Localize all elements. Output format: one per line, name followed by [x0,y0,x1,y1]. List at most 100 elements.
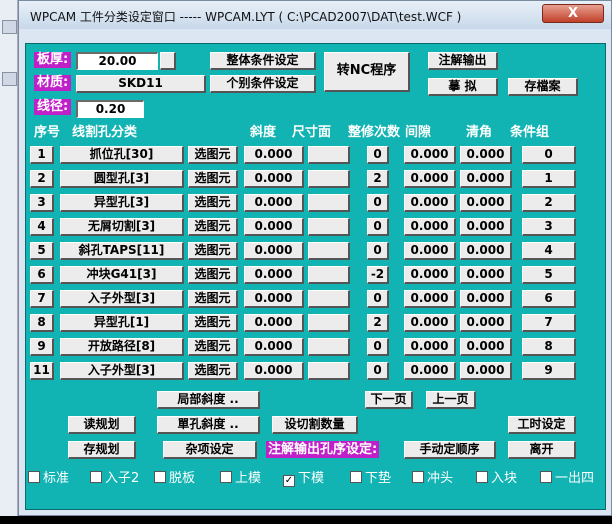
dimension-field[interactable] [308,170,350,188]
gap-field[interactable]: 0.000 [404,194,456,212]
row-number-button[interactable]: 3 [30,194,54,212]
row-number-button[interactable]: 5 [30,242,54,260]
condition-group-field[interactable]: 3 [522,218,576,236]
dimension-field[interactable] [308,362,350,380]
category-name-button[interactable]: 异型孔[3] [60,194,184,212]
annotate-output-button[interactable]: 注解输出 [428,52,498,70]
trim-count-field[interactable]: -2 [367,266,389,284]
individual-condition-button[interactable]: 个别条件设定 [210,75,316,93]
trim-count-field[interactable]: 0 [367,194,389,212]
select-entity-button[interactable]: 选图元 [188,290,238,308]
dimension-field[interactable] [308,338,350,356]
category-name-button[interactable]: 异型孔[1] [60,314,184,332]
checkbox-item[interactable]: 标准 [28,467,69,486]
exit-button[interactable]: 离开 [508,441,576,459]
category-name-button[interactable]: 圆型孔[3] [60,170,184,188]
checkbox-unchecked-icon[interactable] [220,471,232,483]
corner-field[interactable]: 0.000 [460,242,512,260]
gap-field[interactable]: 0.000 [404,314,456,332]
gap-field[interactable]: 0.000 [404,362,456,380]
row-number-button[interactable]: 7 [30,290,54,308]
checkbox-item[interactable]: 入块 [476,467,517,486]
row-number-button[interactable]: 8 [30,314,54,332]
material-field[interactable]: SKD11 [76,75,206,93]
checkbox-unchecked-icon[interactable] [90,471,102,483]
corner-field[interactable]: 0.000 [460,194,512,212]
corner-field[interactable]: 0.000 [460,362,512,380]
category-name-button[interactable]: 无屑切割[3] [60,218,184,236]
checkbox-unchecked-icon[interactable] [28,471,40,483]
checkbox-item[interactable]: 冲头 [412,467,453,486]
taper-field[interactable]: 0.000 [244,146,304,164]
category-name-button[interactable]: 开放路径[8] [60,338,184,356]
checkbox-item[interactable]: 一出四 [540,467,594,486]
local-taper-button[interactable]: 局部斜度 .. [157,391,260,409]
row-number-button[interactable]: 1 [30,146,54,164]
gap-field[interactable]: 0.000 [404,290,456,308]
select-entity-button[interactable]: 选图元 [188,314,238,332]
trim-count-field[interactable]: 0 [367,338,389,356]
row-number-button[interactable]: 6 [30,266,54,284]
checkbox-item[interactable]: 脱板 [154,467,195,486]
category-name-button[interactable]: 冲块G41[3] [60,266,184,284]
condition-group-field[interactable]: 9 [522,362,576,380]
taper-field[interactable]: 0.000 [244,290,304,308]
save-plan-button[interactable]: 存规划 [68,441,136,459]
checkbox-checked-icon[interactable]: ✓ [283,475,295,487]
category-name-button[interactable]: 抓位孔[30] [60,146,184,164]
dimension-field[interactable] [308,242,350,260]
condition-group-field[interactable]: 0 [522,146,576,164]
condition-group-field[interactable]: 2 [522,194,576,212]
trim-count-field[interactable]: 0 [367,242,389,260]
single-taper-button[interactable]: 單孔斜度 .. [157,416,260,434]
gap-field[interactable]: 0.000 [404,218,456,236]
set-cut-count-button[interactable]: 设切割数量 [272,416,358,434]
corner-field[interactable]: 0.000 [460,146,512,164]
corner-field[interactable]: 0.000 [460,290,512,308]
manual-order-button[interactable]: 手动定顺序 [404,441,496,459]
condition-group-field[interactable]: 1 [522,170,576,188]
checkbox-item[interactable]: 上模 [220,467,261,486]
trim-count-field[interactable]: 2 [367,314,389,332]
trim-count-field[interactable]: 0 [367,290,389,308]
convert-nc-button[interactable]: 转NC程序 [324,52,410,92]
dimension-field[interactable] [308,266,350,284]
wire-diameter-field[interactable]: 0.20 [76,100,144,118]
condition-group-field[interactable]: 8 [522,338,576,356]
gap-field[interactable]: 0.000 [404,242,456,260]
corner-field[interactable]: 0.000 [460,338,512,356]
work-hours-button[interactable]: 工时设定 [508,416,576,434]
checkbox-unchecked-icon[interactable] [154,471,166,483]
gap-field[interactable]: 0.000 [404,266,456,284]
taper-field[interactable]: 0.000 [244,338,304,356]
checkbox-unchecked-icon[interactable] [540,471,552,483]
checkbox-item[interactable]: 入子2 [90,467,139,486]
row-number-button[interactable]: 4 [30,218,54,236]
thickness-extra-button[interactable] [160,52,176,70]
checkbox-unchecked-icon[interactable] [350,471,362,483]
trim-count-field[interactable]: 2 [367,170,389,188]
select-entity-button[interactable]: 选图元 [188,362,238,380]
row-number-button[interactable]: 11 [30,362,54,380]
condition-group-field[interactable]: 7 [522,314,576,332]
category-name-button[interactable]: 入子外型[3] [60,290,184,308]
select-entity-button[interactable]: 选图元 [188,218,238,236]
checkbox-item[interactable]: ✓ 下模 [283,467,324,487]
corner-field[interactable]: 0.000 [460,218,512,236]
select-entity-button[interactable]: 选图元 [188,146,238,164]
trim-count-field[interactable]: 0 [367,362,389,380]
select-entity-button[interactable]: 选图元 [188,170,238,188]
taper-field[interactable]: 0.000 [244,218,304,236]
dimension-field[interactable] [308,194,350,212]
dimension-field[interactable] [308,218,350,236]
global-condition-button[interactable]: 整体条件设定 [210,52,316,70]
taper-field[interactable]: 0.000 [244,242,304,260]
save-file-button[interactable]: 存檔案 [508,78,578,96]
close-button[interactable]: X [542,4,604,23]
taper-field[interactable]: 0.000 [244,266,304,284]
row-number-button[interactable]: 9 [30,338,54,356]
checkbox-unchecked-icon[interactable] [412,471,424,483]
checkbox-unchecked-icon[interactable] [476,471,488,483]
dimension-field[interactable] [308,290,350,308]
taper-field[interactable]: 0.000 [244,170,304,188]
